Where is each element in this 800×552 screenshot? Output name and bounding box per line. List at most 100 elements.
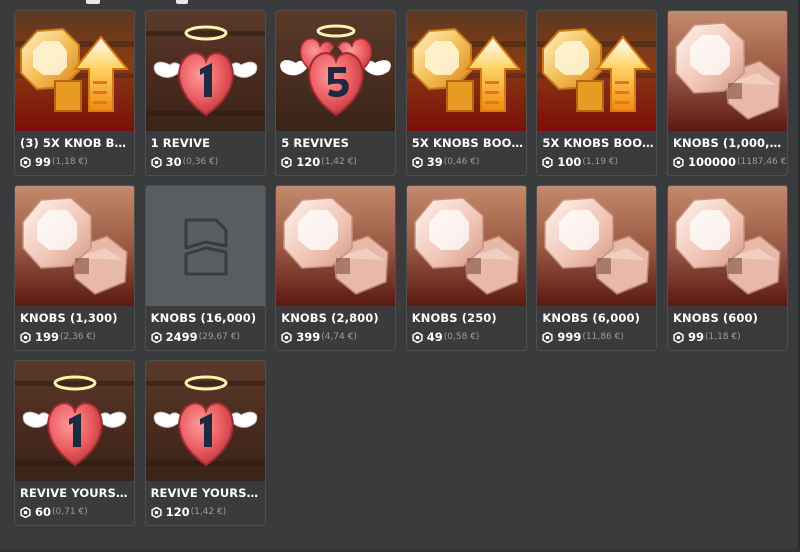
product-thumbnail[interactable] bbox=[276, 186, 396, 306]
price-value: 49 bbox=[426, 330, 443, 344]
price-row: 100 (1,19 €) bbox=[542, 155, 656, 169]
product-thumbnail[interactable] bbox=[406, 11, 526, 131]
price-row: 60 (0,71 €) bbox=[20, 505, 134, 519]
robux-icon bbox=[412, 156, 423, 168]
product-card[interactable]: 5X KNOBS BOOS... 39 (0,46 €) bbox=[405, 10, 527, 176]
price-row: 39 (0,46 €) bbox=[412, 155, 526, 169]
product-card[interactable]: 5X KNOBS BOOS... 100 (1,19 €) bbox=[536, 10, 658, 176]
price-euro: (1,42 €) bbox=[321, 157, 357, 167]
top-tab-marker bbox=[86, 0, 100, 4]
product-name: (3) 5X KNOB BO... bbox=[20, 136, 132, 150]
robux-icon bbox=[150, 506, 162, 518]
knob-image bbox=[15, 186, 134, 306]
price-value: 100 bbox=[557, 155, 582, 169]
product-thumbnail[interactable] bbox=[15, 186, 134, 306]
price-euro: (0,71 €) bbox=[52, 507, 88, 517]
product-card[interactable]: 1 REVIVE 30 (0,36 €) bbox=[144, 10, 266, 176]
product-name: 1 REVIVE bbox=[150, 136, 211, 150]
product-thumbnail[interactable] bbox=[15, 361, 134, 481]
product-thumbnail[interactable] bbox=[537, 11, 657, 131]
product-name: 5X KNOBS BOOS... bbox=[411, 136, 524, 150]
product-name: KNOBS (1,000,00... bbox=[672, 136, 785, 150]
price-value: 120 bbox=[165, 505, 190, 519]
price-row: 30 (0,36 €) bbox=[150, 155, 265, 169]
price-value: 60 bbox=[35, 505, 52, 519]
price-euro: (1,42 €) bbox=[190, 507, 227, 517]
product-name: KNOBS (1,300) bbox=[20, 311, 118, 325]
robux-icon bbox=[20, 156, 31, 168]
price-euro: (1,18 €) bbox=[52, 157, 88, 167]
price-euro: (29,67 €) bbox=[198, 332, 240, 342]
knob-image bbox=[276, 186, 396, 306]
product-card[interactable]: 5 REVIVES 120 (1,42 €) bbox=[275, 10, 397, 176]
robux-icon bbox=[281, 331, 292, 343]
broken-image-icon bbox=[145, 186, 265, 306]
product-card[interactable]: KNOBS (16,000) 2499 (29,67 €) bbox=[144, 185, 266, 351]
product-name: KNOBS (250) bbox=[411, 311, 497, 325]
price-euro: (11,86 €) bbox=[582, 332, 624, 342]
product-thumbnail[interactable] bbox=[667, 11, 787, 131]
knob-boost-image bbox=[537, 11, 657, 131]
price-value: 199 bbox=[35, 330, 60, 344]
product-name: 5X KNOBS BOOS... bbox=[542, 136, 655, 150]
price-value: 999 bbox=[557, 330, 582, 344]
price-value: 2499 bbox=[165, 330, 198, 344]
product-thumbnail[interactable] bbox=[537, 186, 657, 306]
product-card[interactable]: (3) 5X KNOB BO... 99 (1,18 €) bbox=[14, 10, 135, 176]
knob-image bbox=[406, 186, 526, 306]
product-grid: (3) 5X KNOB BO... 99 (1,18 €) 1 REVIVE 30 (0… bbox=[14, 10, 788, 526]
top-edge bbox=[0, 0, 800, 6]
knob-image bbox=[537, 186, 657, 306]
product-card[interactable]: REVIVE YOURSE... 120 (1,42 €) bbox=[144, 360, 266, 526]
price-euro: (4,74 €) bbox=[321, 332, 357, 342]
price-euro: (0,36 €) bbox=[182, 157, 219, 167]
product-thumbnail[interactable] bbox=[145, 361, 265, 481]
product-card[interactable]: KNOBS (1,300) 199 (2,36 €) bbox=[14, 185, 135, 351]
top-tab-marker bbox=[176, 0, 188, 4]
knob-boost-image bbox=[15, 11, 134, 131]
revive-heart-image bbox=[145, 11, 265, 131]
product-thumbnail[interactable] bbox=[145, 11, 265, 131]
robux-icon bbox=[542, 331, 554, 343]
robux-icon bbox=[20, 506, 31, 518]
price-value: 100000 bbox=[687, 155, 736, 169]
price-euro: (1,18 €) bbox=[704, 332, 741, 342]
product-card[interactable]: KNOBS (600) 99 (1,18 €) bbox=[666, 185, 788, 351]
robux-icon bbox=[281, 156, 292, 168]
price-value: 399 bbox=[296, 330, 321, 344]
price-row: 99 (1,18 €) bbox=[673, 330, 787, 344]
revive-heart-image bbox=[15, 361, 134, 481]
price-value: 99 bbox=[687, 330, 704, 344]
robux-icon bbox=[20, 331, 31, 343]
price-row: 99 (1,18 €) bbox=[20, 155, 134, 169]
robux-icon bbox=[673, 331, 684, 343]
product-thumbnail[interactable] bbox=[15, 11, 134, 131]
product-thumbnail[interactable] bbox=[276, 11, 396, 131]
price-value: 30 bbox=[165, 155, 182, 169]
product-thumbnail[interactable] bbox=[145, 186, 265, 306]
price-euro: (1187,46 €) bbox=[736, 157, 787, 167]
product-card[interactable]: KNOBS (6,000) 999 (11,86 €) bbox=[536, 185, 658, 351]
product-card[interactable]: KNOBS (1,000,00... 100000(1187,46 €) bbox=[666, 10, 788, 176]
robux-icon bbox=[412, 331, 423, 343]
price-row: 120 (1,42 €) bbox=[150, 505, 265, 519]
product-card[interactable]: KNOBS (2,800) 399 (4,74 €) bbox=[275, 185, 397, 351]
product-name: KNOBS (6,000) bbox=[542, 311, 640, 325]
knob-boost-image bbox=[406, 11, 526, 131]
product-name: KNOBS (16,000) bbox=[150, 311, 257, 325]
price-value: 120 bbox=[296, 155, 321, 169]
robux-icon bbox=[542, 156, 554, 168]
price-euro: (0,46 €) bbox=[443, 157, 480, 167]
product-card[interactable]: KNOBS (250) 49 (0,58 €) bbox=[405, 185, 527, 351]
price-row: 2499 (29,67 €) bbox=[150, 330, 265, 344]
revive-hearts-image bbox=[276, 11, 396, 131]
price-euro: (2,36 €) bbox=[60, 332, 96, 342]
product-name: KNOBS (2,800) bbox=[281, 311, 379, 325]
price-euro: (1,19 €) bbox=[582, 157, 619, 167]
product-thumbnail[interactable] bbox=[667, 186, 787, 306]
product-card[interactable]: REVIVE YOURSE... 60 (0,71 €) bbox=[14, 360, 135, 526]
product-thumbnail[interactable] bbox=[406, 186, 526, 306]
price-value: 39 bbox=[426, 155, 443, 169]
price-row: 100000 (1187,46 €) bbox=[673, 155, 787, 169]
price-row: 999 (11,86 €) bbox=[542, 330, 656, 344]
